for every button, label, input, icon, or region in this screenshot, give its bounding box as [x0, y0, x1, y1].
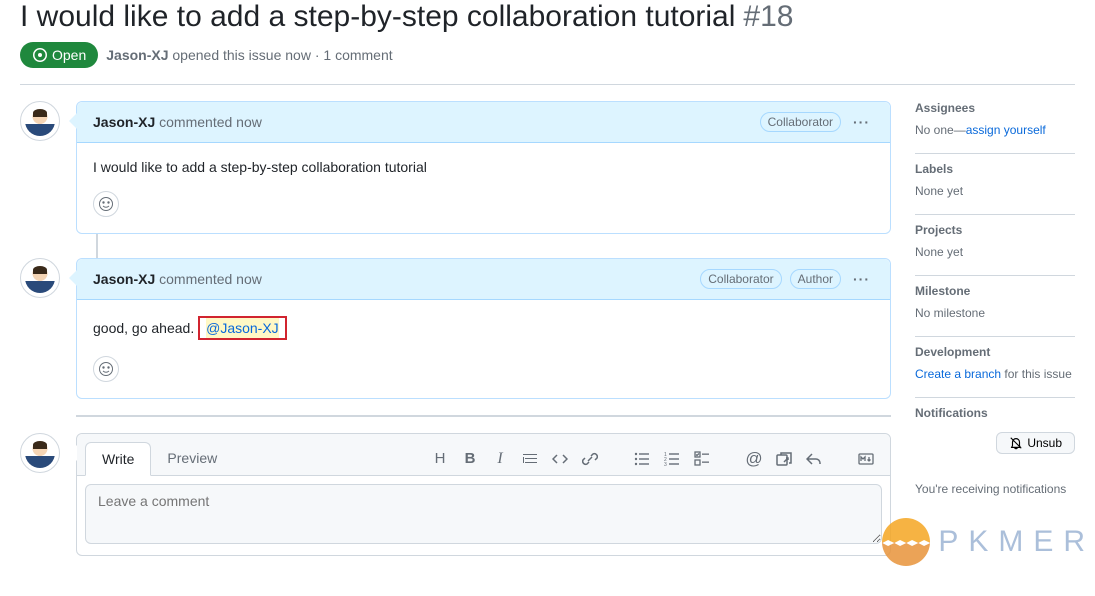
issue-open-icon	[32, 47, 48, 63]
cross-reference-button[interactable]	[776, 448, 792, 470]
tab-preview[interactable]: Preview	[151, 442, 233, 475]
highlight-annotation: @Jason-XJ	[198, 316, 287, 340]
unordered-list-button[interactable]	[634, 448, 650, 470]
sidebar-labels-content: None yet	[915, 184, 1075, 198]
smiley-icon	[98, 361, 114, 377]
add-reaction-button[interactable]	[93, 191, 119, 217]
issue-meta: Jason-XJ opened this issue now · 1 comme…	[106, 47, 392, 63]
sidebar-assignees-title[interactable]: Assignees	[915, 101, 1075, 115]
comment-timestamp: commented now	[159, 114, 262, 130]
sidebar-milestone-content: No milestone	[915, 306, 1075, 320]
avatar[interactable]	[20, 258, 60, 298]
ordered-list-button[interactable]: 123	[664, 448, 680, 470]
sidebar-notifications-title: Notifications	[915, 406, 1075, 420]
svg-text:3: 3	[664, 462, 667, 467]
sidebar-milestone-title[interactable]: Milestone	[915, 284, 1075, 298]
collaborator-badge: Collaborator	[700, 269, 781, 289]
bold-button[interactable]: B	[462, 448, 478, 470]
user-mention[interactable]: @Jason-XJ	[206, 318, 279, 338]
comment-body-text: good, go ahead. @Jason-XJ	[93, 316, 874, 340]
sidebar-labels-title[interactable]: Labels	[915, 162, 1075, 176]
create-branch-link[interactable]: Create a branch	[915, 367, 1001, 381]
markdown-help-button[interactable]	[858, 448, 874, 470]
comment: Jason-XJ commented now Collaborator Auth…	[76, 258, 891, 399]
avatar[interactable]	[20, 101, 60, 141]
smiley-icon	[98, 196, 114, 212]
mention-button[interactable]: @	[746, 448, 762, 470]
italic-button[interactable]: I	[492, 448, 508, 470]
code-button[interactable]	[552, 448, 568, 470]
reply-button[interactable]	[806, 448, 822, 470]
sidebar-projects-title[interactable]: Projects	[915, 223, 1075, 237]
assign-yourself-link[interactable]: assign yourself	[966, 123, 1046, 137]
sidebar-development-content: Create a branch for this issue	[915, 367, 1075, 381]
new-comment-form: Write Preview H B I 123	[76, 433, 891, 556]
comment-menu-button[interactable]: ···	[849, 110, 874, 134]
author-badge: Author	[790, 269, 841, 289]
quote-button[interactable]	[522, 448, 538, 470]
unsubscribe-button[interactable]: Unsub	[996, 432, 1075, 454]
sidebar-projects-content: None yet	[915, 245, 1075, 259]
collaborator-badge: Collaborator	[760, 112, 841, 132]
add-reaction-button[interactable]	[93, 356, 119, 382]
heading-button[interactable]: H	[432, 448, 448, 470]
comment-menu-button[interactable]: ···	[849, 267, 874, 291]
sidebar-development-title[interactable]: Development	[915, 345, 1075, 359]
comment-textarea[interactable]	[85, 484, 882, 544]
issue-number: #18	[743, 0, 793, 34]
bell-slash-icon	[1009, 436, 1023, 450]
comment-author-link[interactable]: Jason-XJ	[93, 271, 155, 287]
comment-author-link[interactable]: Jason-XJ	[93, 114, 155, 130]
avatar[interactable]	[20, 433, 60, 473]
task-list-button[interactable]	[694, 448, 710, 470]
comment: Jason-XJ commented now Collaborator ··· …	[76, 101, 891, 234]
sidebar-assignees-content: No one—assign yourself	[915, 123, 1075, 137]
notifications-footer: You're receiving notifications	[915, 454, 1075, 496]
comment-body-text: I would like to add a step-by-step colla…	[93, 159, 874, 175]
link-button[interactable]	[582, 448, 598, 470]
tab-write[interactable]: Write	[85, 442, 151, 476]
comment-timestamp: commented now	[159, 271, 262, 287]
issue-title: I would like to add a step-by-step colla…	[20, 0, 735, 34]
issue-author-link[interactable]: Jason-XJ	[106, 47, 168, 63]
state-badge: Open	[20, 42, 98, 68]
